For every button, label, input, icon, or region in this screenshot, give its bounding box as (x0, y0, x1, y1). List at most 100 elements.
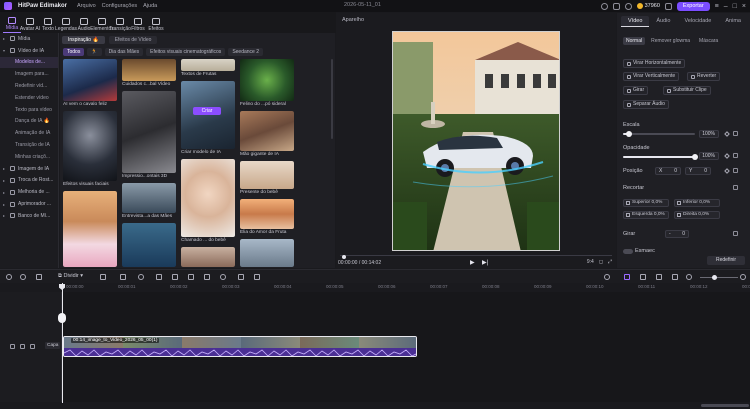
sidebar-item[interactable]: Transição de IA (0, 139, 58, 151)
chip-sport[interactable]: 🏃 (87, 48, 102, 56)
flip-vertical-button[interactable]: Virar Verticalmente (623, 72, 680, 81)
sidebar-item[interactable]: Texto para vídeo (0, 104, 58, 116)
template-card[interactable]: Felino do ...pó sideral (240, 59, 294, 109)
snapshot-icon[interactable]: ◻ (599, 259, 603, 265)
tool-transition[interactable]: Transição (109, 14, 131, 33)
template-card[interactable]: AI vem o cavalo feliz (63, 59, 117, 109)
chip-todos[interactable]: Todos (63, 48, 85, 56)
fit-icon[interactable] (672, 274, 678, 280)
sidebar-item[interactable]: ▸ Banco de Mí... (0, 210, 58, 222)
replace-clip-button[interactable]: Substituir Clipe (663, 86, 711, 95)
scale-slider-knob[interactable] (625, 131, 632, 137)
template-card[interactable]: Impressio...ontais 3D (122, 91, 176, 181)
redo-icon[interactable] (20, 274, 26, 280)
template-card[interactable]: Cuidados c...bal Vídeo (122, 59, 176, 89)
flip-horizontal-button[interactable]: Virar Horizontalmente (623, 59, 686, 68)
zoom-slider[interactable] (700, 277, 738, 278)
template-card[interactable]: Entrevista...a das Mães (122, 183, 176, 221)
close-icon[interactable]: × (742, 3, 746, 10)
opacity-slider-knob[interactable] (692, 154, 698, 160)
visibility-icon[interactable] (20, 344, 25, 349)
zoom-in-icon[interactable] (740, 274, 746, 280)
template-card[interactable]: Efeitos visuais faciais (63, 111, 117, 189)
crop-right-field[interactable]: Direita 0,0% (674, 211, 720, 219)
tab-efeitos-de-video[interactable]: Efeitos de Vídeo (108, 36, 158, 44)
menu-arquivo[interactable]: Arquivo (77, 3, 96, 9)
minimize-icon[interactable]: – (724, 3, 728, 10)
chip-dia-das-maes[interactable]: Dia das Mães (104, 48, 144, 56)
template-card[interactable]: Chamado ... do bebê (181, 159, 235, 245)
crop-more-icon[interactable] (733, 185, 738, 190)
rotate-more-icon[interactable] (733, 231, 738, 236)
tab-animacao[interactable]: Anima (718, 16, 748, 27)
next-frame-icon[interactable]: ▶| (482, 259, 488, 266)
media-scrollbar[interactable] (331, 59, 333, 139)
crop-bottom-field[interactable]: Inferior 0,0% (674, 199, 720, 207)
template-card[interactable] (181, 247, 235, 267)
scrubber-handle[interactable] (342, 255, 346, 259)
opacity-slider[interactable] (623, 154, 698, 160)
tool-effects[interactable]: Efeitos (147, 14, 165, 33)
freeze-icon[interactable] (188, 274, 194, 280)
playhead-marker[interactable] (58, 313, 66, 323)
chroma-icon[interactable] (204, 274, 210, 280)
position-more-icon[interactable] (733, 168, 738, 173)
sidebar-item[interactable]: ▾ Vídeo de IA (0, 45, 58, 57)
sidebar-item[interactable]: Modelos de... (0, 56, 58, 69)
template-card[interactable] (63, 191, 117, 267)
scale-keyframe-icon[interactable] (724, 131, 730, 137)
rotate-button[interactable]: Girar (623, 86, 649, 95)
screen-icon[interactable] (612, 2, 620, 10)
aspect-ratio[interactable]: 9:4 (587, 259, 594, 265)
sidebar-item[interactable]: Estender vídeo (0, 92, 58, 104)
coin-balance[interactable]: 37960 (636, 3, 660, 9)
menu-icon[interactable]: ≡ (715, 3, 719, 10)
track-view-icon[interactable] (656, 274, 662, 280)
sidebar-item[interactable]: ▸ Troca de Rost... (0, 175, 58, 187)
template-card[interactable]: Criar Criar modelo de IA (181, 81, 235, 157)
account-icon[interactable] (624, 2, 632, 10)
scale-more-icon[interactable] (733, 131, 738, 136)
sidebar-item[interactable]: ▸ Melhoria de ... (0, 186, 58, 198)
sidebar-item[interactable]: Minhas criaçõ... (0, 151, 58, 163)
create-button[interactable]: Criar (193, 107, 221, 115)
play-icon[interactable]: ▶ (470, 259, 475, 266)
template-card[interactable]: Mão gigante de IA (240, 111, 294, 159)
timeline-ruler[interactable]: 00:00:00 00:00:01 00:00:02 00:00:03 00:00:04… (0, 283, 750, 292)
sidebar-item[interactable]: Animação de IA (0, 127, 58, 139)
playhead[interactable] (62, 283, 63, 403)
divide-button[interactable]: ⧉ Dividir ▾ (58, 273, 83, 280)
revert-button[interactable]: Reverter (687, 72, 721, 81)
microphone-icon[interactable] (604, 274, 610, 280)
record-icon[interactable] (600, 2, 608, 10)
crop-top-field[interactable]: Superior 0,0% (623, 199, 669, 207)
transform-icon[interactable] (120, 274, 126, 280)
position-keyframe-icon[interactable] (724, 168, 730, 174)
scale-value[interactable]: 100% (699, 130, 719, 138)
subtab-remover[interactable]: Remover glowma (648, 37, 693, 45)
link-icon[interactable] (640, 274, 646, 280)
template-card[interactable] (240, 239, 294, 267)
sidebar-item[interactable]: Redefinir víd... (0, 80, 58, 92)
export-button[interactable]: Exportar (676, 1, 710, 11)
template-card[interactable] (122, 223, 176, 267)
position-y-field[interactable]: Y0 (685, 167, 711, 175)
tool-avatar[interactable]: Avatar AI (20, 14, 40, 33)
template-card[interactable]: Elia do Amor da Fruta (240, 199, 294, 237)
fade-toggle[interactable] (623, 249, 633, 254)
menu-ajuda[interactable]: Ajuda (143, 3, 157, 9)
speed-icon[interactable] (138, 274, 144, 280)
chip-efeitos-visuais[interactable]: Efeitos visuais cinematográficos (146, 48, 226, 56)
tool-media[interactable]: Mídia (3, 14, 21, 33)
mirror-icon[interactable] (156, 274, 162, 280)
video-clip[interactable]: 00:14_image_to_Video_2026_05_00(1) (63, 336, 417, 357)
sidebar-item[interactable]: ▸ Aprimorador ... (0, 198, 58, 210)
crop-tool-icon[interactable] (100, 274, 106, 280)
zoom-out-icon[interactable] (686, 274, 692, 280)
preview-canvas[interactable] (392, 31, 560, 251)
tool-subtitles[interactable]: Legendas (55, 14, 77, 33)
opacity-value[interactable]: 100% (699, 152, 719, 160)
tab-velocidade[interactable]: Velocidade (677, 16, 718, 27)
tab-audio[interactable]: Áudio (649, 16, 677, 27)
voice-icon[interactable] (220, 274, 226, 280)
